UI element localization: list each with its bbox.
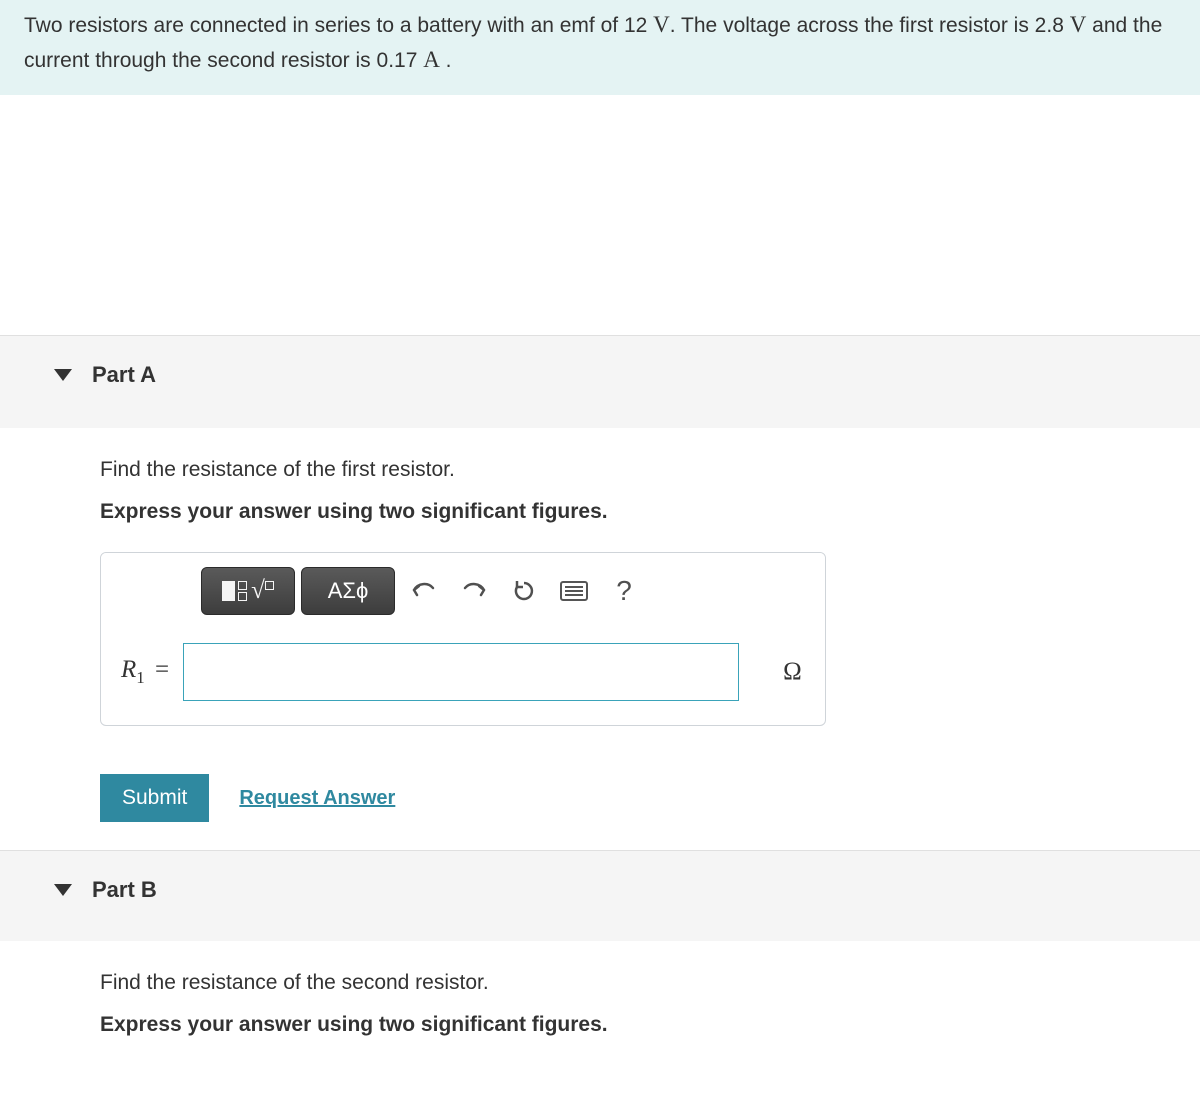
equals-sign: = xyxy=(149,656,169,683)
symbols-label: ΑΣϕ xyxy=(328,578,369,604)
unit-amp: A xyxy=(423,47,440,72)
problem-text-4: . xyxy=(440,49,452,72)
help-icon: ? xyxy=(616,575,632,607)
input-row: R1 = Ω xyxy=(101,629,825,725)
submit-button[interactable]: Submit xyxy=(100,774,209,822)
request-answer-link[interactable]: Request Answer xyxy=(239,787,395,810)
equation-toolbar: √ ΑΣϕ ? xyxy=(101,553,825,629)
part-b-instruction: Find the resistance of the second resist… xyxy=(100,971,1180,995)
answer-box: √ ΑΣϕ ? R1 xyxy=(100,552,826,726)
variable-label: R1 = xyxy=(121,656,169,688)
part-a-body: Find the resistance of the first resisto… xyxy=(0,428,1200,766)
problem-statement: Two resistors are connected in series to… xyxy=(0,0,1200,95)
keyboard-button[interactable] xyxy=(551,567,597,615)
templates-button[interactable]: √ xyxy=(201,567,295,615)
undo-icon xyxy=(411,580,437,602)
variable-subscript: 1 xyxy=(136,668,145,687)
undo-button[interactable] xyxy=(401,567,447,615)
part-a-instruction: Find the resistance of the first resisto… xyxy=(100,458,1180,482)
part-b-express: Express your answer using two significan… xyxy=(100,1013,1180,1037)
redo-button[interactable] xyxy=(451,567,497,615)
problem-text-1: Two resistors are connected in series to… xyxy=(24,14,653,37)
part-b-title: Part B xyxy=(92,877,157,903)
keyboard-icon xyxy=(560,581,588,601)
template-icon: √ xyxy=(222,577,274,605)
part-b-body: Find the resistance of the second resist… xyxy=(0,941,1200,1043)
part-b-header[interactable]: Part B xyxy=(0,850,1200,941)
unit-volt-2: V xyxy=(1070,12,1087,37)
unit-volt-1: V xyxy=(653,12,670,37)
help-button[interactable]: ? xyxy=(601,567,647,615)
chevron-down-icon xyxy=(54,369,72,381)
reset-button[interactable] xyxy=(501,567,547,615)
part-a-title: Part A xyxy=(92,362,156,388)
chevron-down-icon xyxy=(54,884,72,896)
variable-name: R xyxy=(121,656,136,683)
part-a-header[interactable]: Part A xyxy=(0,335,1200,428)
symbols-button[interactable]: ΑΣϕ xyxy=(301,567,395,615)
unit-label: Ω xyxy=(783,658,802,686)
white-spacer xyxy=(0,95,1200,335)
answer-input[interactable] xyxy=(183,643,739,701)
part-a-express: Express your answer using two significan… xyxy=(100,500,1180,524)
redo-icon xyxy=(461,580,487,602)
reset-icon xyxy=(512,579,536,603)
problem-text-2: . The voltage across the first resistor … xyxy=(670,14,1070,37)
part-a-actions: Submit Request Answer xyxy=(0,766,1200,850)
